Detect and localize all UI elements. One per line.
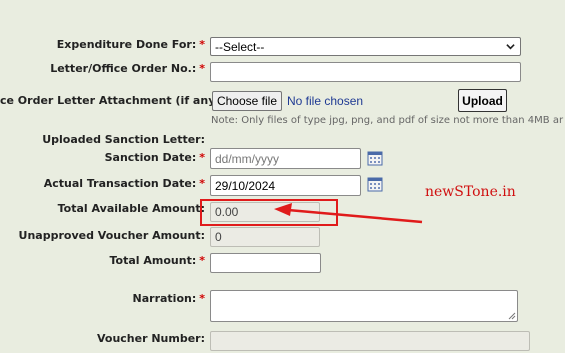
- voucher-number-input: [210, 331, 530, 351]
- resize-grip-icon[interactable]: [508, 312, 516, 320]
- expenditure-select[interactable]: --Select--: [210, 37, 521, 56]
- required-marker: *: [199, 177, 205, 190]
- letter-no-label: Letter/Office Order No.: *: [50, 62, 205, 75]
- upload-button[interactable]: Upload: [458, 89, 507, 112]
- unapproved-label: Unapproved Voucher Amount:: [18, 229, 205, 242]
- voucher-number-label: Voucher Number:: [96, 332, 205, 345]
- required-marker: *: [199, 292, 205, 305]
- sanction-date-label: Sanction Date: *: [104, 151, 205, 164]
- chevron-down-icon: [506, 44, 515, 50]
- letter-no-input[interactable]: [210, 62, 521, 82]
- arrow-annotation: [274, 203, 423, 224]
- expenditure-label: Expenditure Done For: *: [56, 38, 205, 51]
- calendar-icon[interactable]: [367, 176, 383, 192]
- expenditure-selected-value: --Select--: [215, 39, 265, 54]
- total-amount-input[interactable]: [210, 253, 321, 273]
- attachment-label: ce Order Letter Attachment (if any):: [0, 94, 225, 107]
- calendar-icon[interactable]: [367, 150, 383, 166]
- required-marker: *: [199, 62, 205, 75]
- file-type-note: Note: Only files of type jpg, png, and p…: [211, 115, 564, 126]
- total-amount-label: Total Amount: *: [109, 254, 206, 267]
- transaction-date-input[interactable]: 29/10/2024: [210, 175, 361, 196]
- file-status-text: No file chosen: [287, 94, 364, 108]
- uploaded-letter-label: Uploaded Sanction Letter:: [42, 133, 205, 146]
- watermark-text: newSTone.in: [425, 184, 516, 200]
- required-marker: *: [199, 151, 205, 164]
- transaction-date-label: Actual Transaction Date: *: [43, 177, 205, 190]
- unapproved-input: 0: [210, 227, 320, 247]
- required-marker: *: [199, 254, 205, 267]
- choose-file-button[interactable]: Choose file: [212, 91, 282, 111]
- narration-label: Narration: *: [132, 292, 205, 305]
- required-marker: *: [199, 38, 205, 51]
- narration-textarea[interactable]: [210, 290, 518, 322]
- sanction-date-input[interactable]: dd/mm/yyyy: [210, 148, 361, 169]
- total-available-label: Total Available Amount:: [57, 202, 205, 215]
